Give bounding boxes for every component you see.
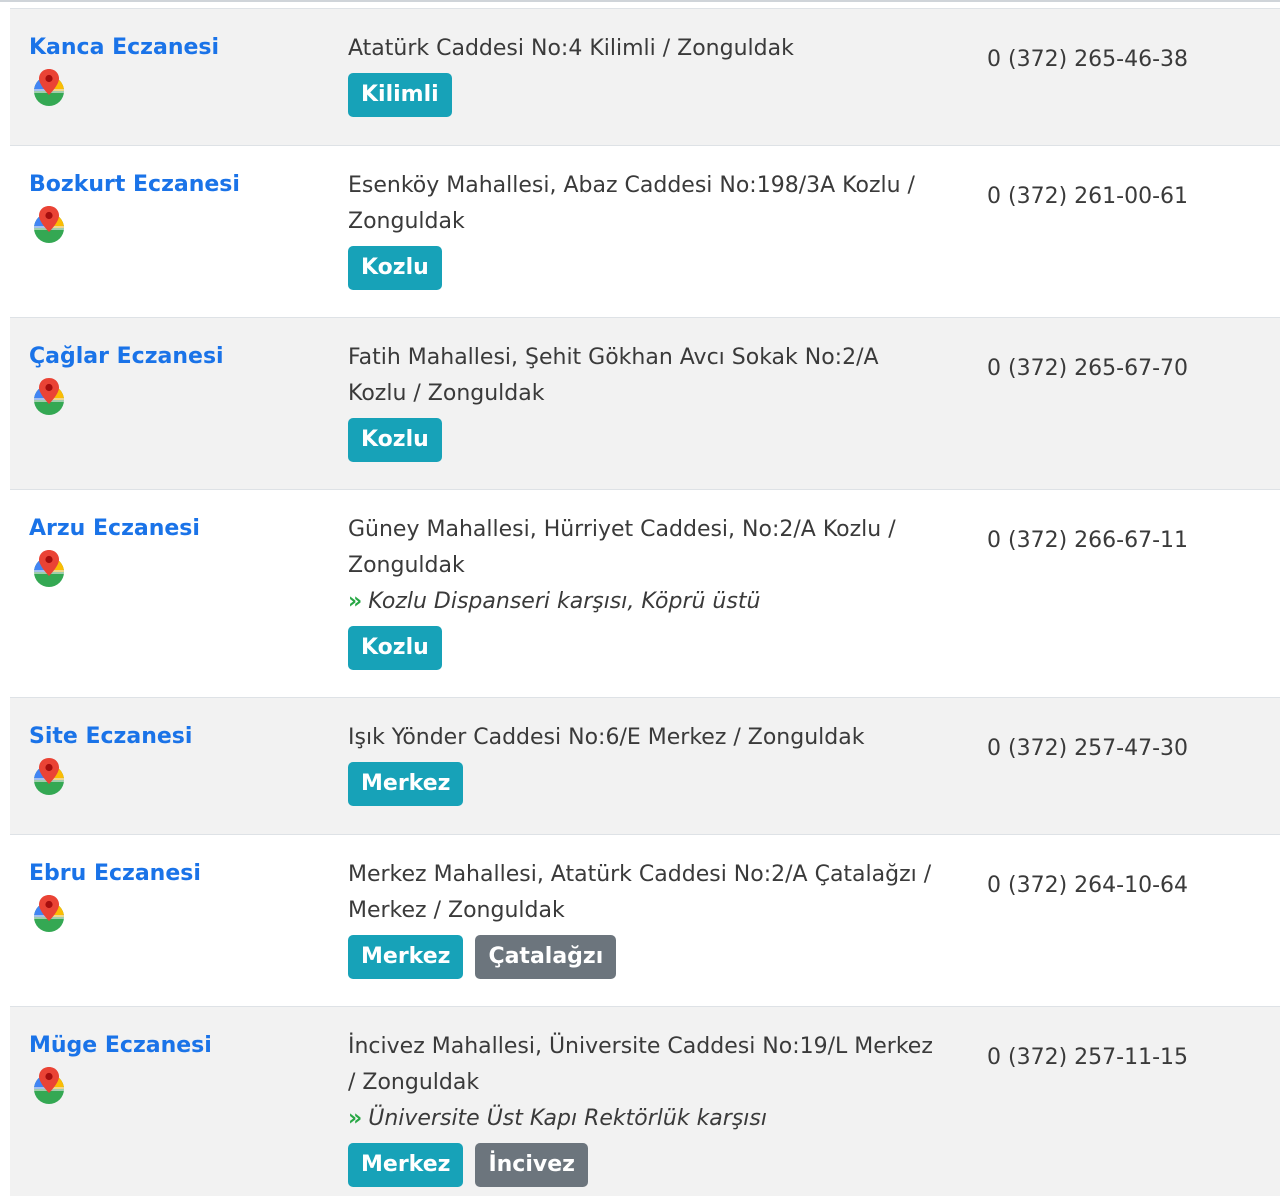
pharmacy-note-text: Kozlu Dispanseri karşısı, Köprü üstü (368, 589, 761, 614)
district-tag[interactable]: Kozlu (348, 246, 442, 290)
google-maps-pin-icon[interactable] (30, 67, 68, 107)
google-maps-pin-icon[interactable] (30, 548, 68, 588)
district-tag[interactable]: İncivez (475, 1143, 588, 1187)
pharmacy-address: Merkez Mahallesi, Atatürk Caddesi No:2/A… (348, 862, 932, 923)
pharmacy-name-cell: Site Eczanesi (29, 722, 349, 796)
district-tag[interactable]: Merkez (348, 935, 464, 979)
pharmacy-name-link[interactable]: Ebru Eczanesi (29, 859, 201, 889)
pharmacy-address-cell: İncivez Mahallesi, Üniversite Caddesi No… (348, 1029, 938, 1187)
district-tags: Kozlu (348, 246, 938, 290)
pharmacy-row: Ebru Eczanesi Merkez Mahallesi, Atatürk C… (10, 834, 1280, 1006)
district-tags: Merkez Çatalağzı (348, 935, 938, 979)
pharmacy-address: Fatih Mahallesi, Şehit Gökhan Avcı Sokak… (348, 345, 879, 406)
pharmacy-address: İncivez Mahallesi, Üniversite Caddesi No… (348, 1034, 933, 1095)
pharmacy-row: Kanca Eczanesi Atatürk Caddesi No:4 Kilim… (10, 8, 1280, 145)
district-tag[interactable]: Kilimli (348, 73, 452, 117)
pharmacy-phone[interactable]: 0 (372) 266-67-11 (987, 526, 1188, 556)
district-tag[interactable]: Merkez (348, 1143, 464, 1187)
district-tags: Merkez (348, 762, 938, 806)
pharmacy-list: Kanca Eczanesi Atatürk Caddesi No:4 Kilim… (10, 8, 1280, 1196)
pharmacy-name-cell: Arzu Eczanesi (29, 514, 349, 588)
district-tag[interactable]: Merkez (348, 762, 464, 806)
pharmacy-name-link[interactable]: Site Eczanesi (29, 722, 192, 752)
pharmacy-name-link[interactable]: Arzu Eczanesi (29, 514, 200, 544)
pharmacy-name-link[interactable]: Çağlar Eczanesi (29, 342, 224, 372)
pharmacy-phone[interactable]: 0 (372) 261-00-61 (987, 182, 1188, 212)
google-maps-pin-icon[interactable] (30, 204, 68, 244)
pharmacy-address: Güney Mahallesi, Hürriyet Caddesi, No:2/… (348, 517, 896, 578)
pharmacy-name-cell: Müge Eczanesi (29, 1031, 349, 1105)
district-tag[interactable]: Kozlu (348, 626, 442, 670)
pharmacy-address: Esenköy Mahallesi, Abaz Caddesi No:198/3… (348, 173, 915, 234)
google-maps-pin-icon[interactable] (30, 756, 68, 796)
pharmacy-row: Arzu Eczanesi Güney Mahallesi, Hürriyet C… (10, 489, 1280, 697)
pharmacy-phone[interactable]: 0 (372) 265-46-38 (987, 45, 1188, 75)
pharmacy-address-cell: Fatih Mahallesi, Şehit Gökhan Avcı Sokak… (348, 340, 938, 462)
note-marker-icon: » (348, 589, 363, 614)
pharmacy-name-link[interactable]: Müge Eczanesi (29, 1031, 212, 1061)
pharmacy-address-cell: Atatürk Caddesi No:4 Kilimli / Zonguldak… (348, 31, 938, 117)
district-tags: Kozlu (348, 418, 938, 462)
top-border (0, 0, 1280, 2)
district-tag[interactable]: Çatalağzı (475, 935, 617, 979)
pharmacy-note: » Kozlu Dispanseri karşısı, Köprü üstü (348, 584, 938, 620)
pharmacy-name-link[interactable]: Kanca Eczanesi (29, 33, 219, 63)
note-marker-icon: » (348, 1106, 363, 1131)
district-tags: Merkez İncivez (348, 1143, 938, 1187)
district-tag[interactable]: Kozlu (348, 418, 442, 462)
pharmacy-name-cell: Çağlar Eczanesi (29, 342, 349, 416)
google-maps-pin-icon[interactable] (30, 893, 68, 933)
pharmacy-row: Müge Eczanesi İncivez Mahallesi, Üniversi… (10, 1006, 1280, 1196)
pharmacy-address-cell: Esenköy Mahallesi, Abaz Caddesi No:198/3… (348, 168, 938, 290)
pharmacy-row: Bozkurt Eczanesi Esenköy Mahallesi, Abaz … (10, 145, 1280, 317)
pharmacy-address: Atatürk Caddesi No:4 Kilimli / Zonguldak (348, 36, 794, 61)
google-maps-pin-icon[interactable] (30, 1065, 68, 1105)
district-tags: Kozlu (348, 626, 938, 670)
pharmacy-phone[interactable]: 0 (372) 264-10-64 (987, 871, 1188, 901)
google-maps-pin-icon[interactable] (30, 376, 68, 416)
pharmacy-row: Site Eczanesi Işık Yönder Caddesi No:6/E … (10, 697, 1280, 834)
pharmacy-phone[interactable]: 0 (372) 257-47-30 (987, 734, 1188, 764)
pharmacy-address-cell: Güney Mahallesi, Hürriyet Caddesi, No:2/… (348, 512, 938, 670)
pharmacy-name-cell: Kanca Eczanesi (29, 33, 349, 107)
pharmacy-name-cell: Bozkurt Eczanesi (29, 170, 349, 244)
pharmacy-address-cell: Işık Yönder Caddesi No:6/E Merkez / Zong… (348, 720, 938, 806)
pharmacy-note: » Üniversite Üst Kapı Rektörlük karşısı (348, 1101, 938, 1137)
pharmacy-address: Işık Yönder Caddesi No:6/E Merkez / Zong… (348, 725, 865, 750)
pharmacy-address-cell: Merkez Mahallesi, Atatürk Caddesi No:2/A… (348, 857, 938, 979)
pharmacy-note-text: Üniversite Üst Kapı Rektörlük karşısı (368, 1106, 767, 1131)
pharmacy-phone[interactable]: 0 (372) 257-11-15 (987, 1043, 1188, 1073)
district-tags: Kilimli (348, 73, 938, 117)
pharmacy-phone[interactable]: 0 (372) 265-67-70 (987, 354, 1188, 384)
pharmacy-row: Çağlar Eczanesi Fatih Mahallesi, Şehit Gö… (10, 317, 1280, 489)
pharmacy-name-cell: Ebru Eczanesi (29, 859, 349, 933)
pharmacy-name-link[interactable]: Bozkurt Eczanesi (29, 170, 240, 200)
